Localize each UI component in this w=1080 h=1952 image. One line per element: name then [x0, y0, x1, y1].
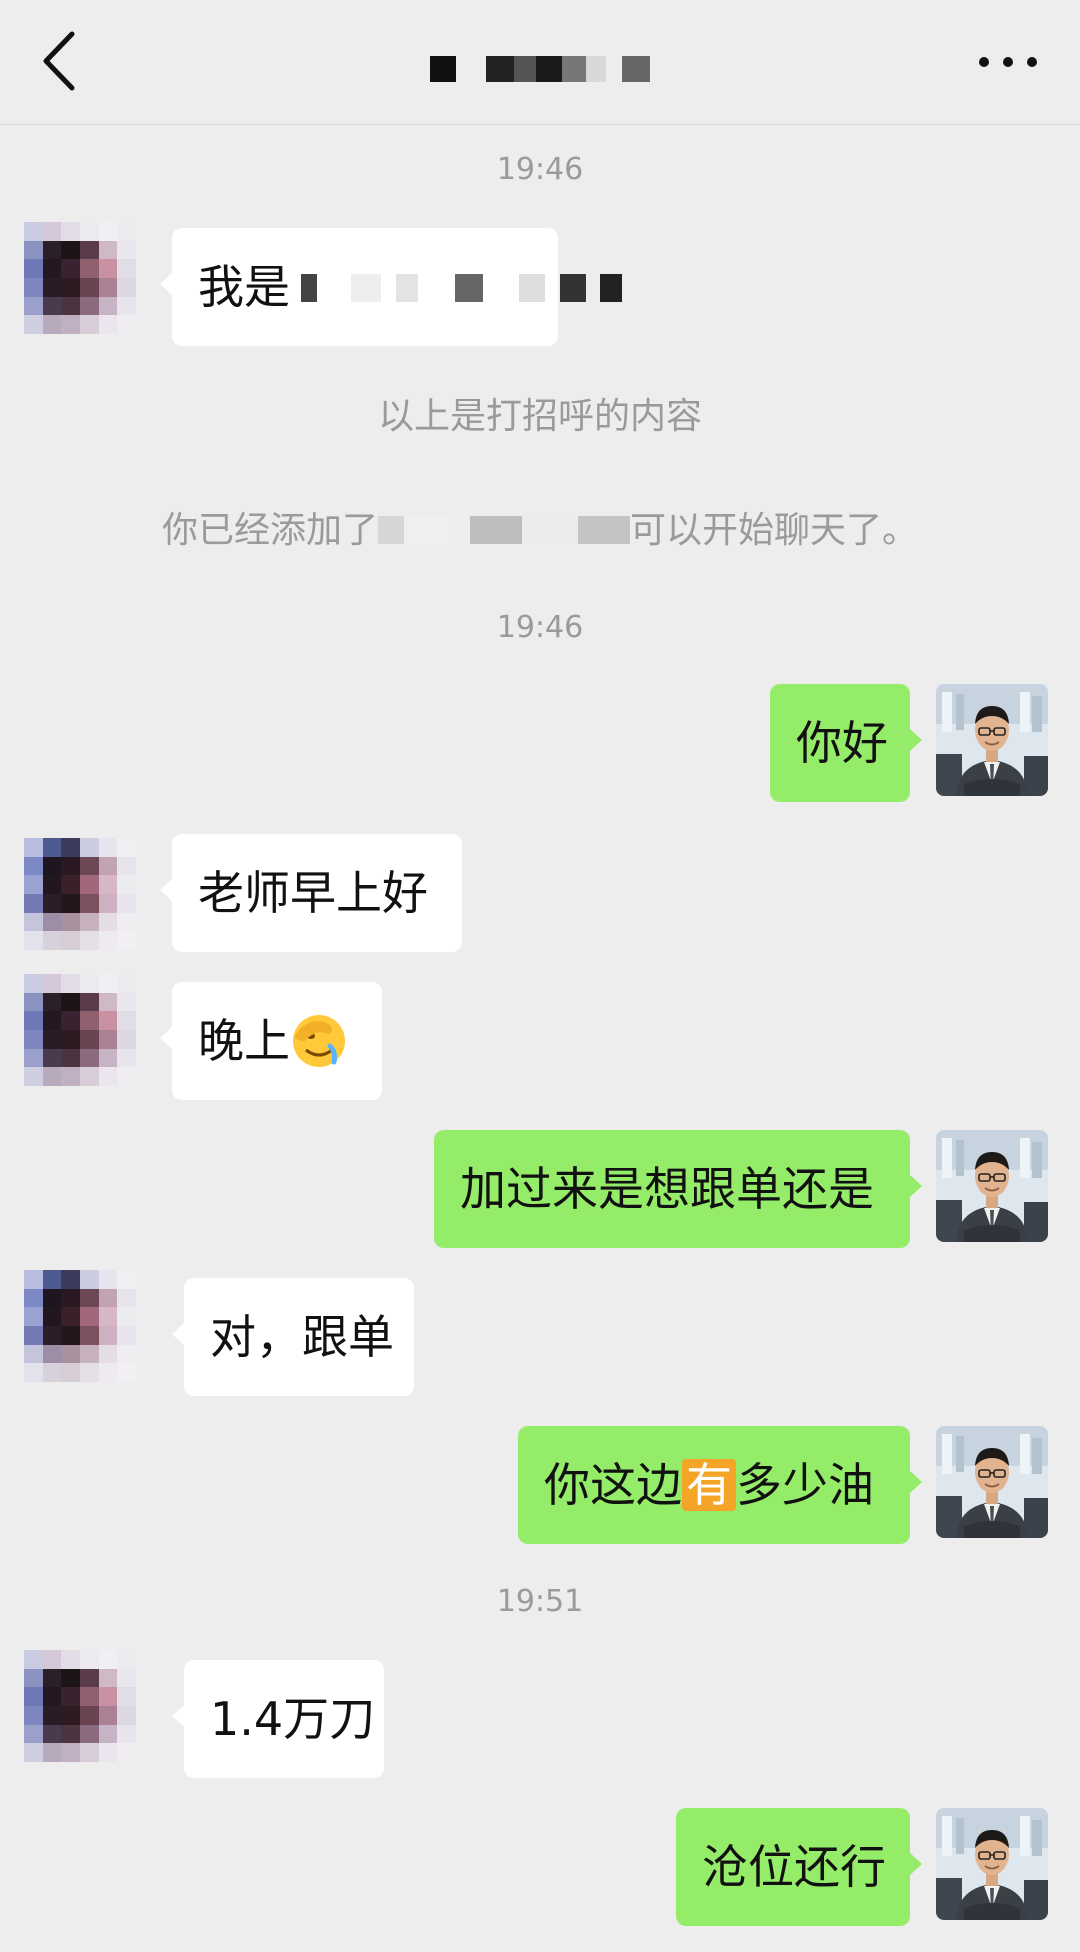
message-bubble-incoming[interactable]: 晚上	[160, 982, 382, 1100]
facepalm-emoji-icon	[293, 1014, 345, 1067]
more-button[interactable]	[976, 42, 1040, 82]
chat-screen: 19:46 我是 以上是打招呼的内容 你已经添加了可以开始聊天了。 19:46	[0, 0, 1080, 1952]
avatar-pixelated	[24, 1270, 136, 1382]
chevron-left-icon	[43, 31, 75, 91]
avatar-photo-icon	[936, 1426, 1048, 1538]
contact-avatar[interactable]	[24, 1270, 136, 1382]
message-text: 我是	[198, 260, 290, 314]
contact-avatar[interactable]	[24, 222, 136, 334]
avatar-photo-icon	[936, 1130, 1048, 1242]
timestamp: 19:51	[496, 1584, 584, 1619]
self-avatar[interactable]	[936, 684, 1048, 796]
message-bubble-outgoing[interactable]: 你好	[770, 684, 922, 802]
highlighted-keyword[interactable]: 有	[682, 1459, 736, 1511]
self-avatar[interactable]	[936, 1130, 1048, 1242]
back-button[interactable]	[40, 26, 100, 96]
system-notice: 以上是打招呼的内容	[377, 396, 702, 437]
chat-title-redacted	[430, 56, 652, 82]
avatar-pixelated	[24, 1650, 136, 1762]
avatar-pixelated	[24, 838, 136, 950]
timestamp: 19:46	[496, 610, 584, 645]
contact-avatar[interactable]	[24, 838, 136, 950]
message-text: 你好	[796, 716, 888, 770]
more-dots-icon	[979, 57, 1037, 67]
message-text: 晚上	[198, 1014, 290, 1068]
avatar-pixelated	[24, 974, 136, 1086]
message-text-part: 你这边	[544, 1458, 682, 1512]
message-text: 沧位还行	[702, 1840, 886, 1894]
contact-avatar[interactable]	[24, 974, 136, 1086]
avatar-pixelated	[24, 222, 136, 334]
message-text: 1.4万刀	[210, 1692, 376, 1746]
system-notice-added: 你已经添加了 可以开始聊天了。	[161, 510, 919, 551]
contact-avatar[interactable]	[24, 1650, 136, 1762]
avatar-photo-icon	[936, 1808, 1048, 1920]
self-avatar[interactable]	[936, 1426, 1048, 1538]
message-bubble-outgoing[interactable]: 加过来是想跟单还是	[434, 1130, 922, 1248]
message-bubble-outgoing[interactable]: 沧位还行	[676, 1808, 922, 1926]
chat-header	[0, 0, 1080, 125]
timestamp: 19:46	[496, 152, 584, 187]
message-bubble-incoming[interactable]: 我是	[160, 228, 623, 346]
message-bubble-incoming[interactable]: 老师早上好	[160, 834, 462, 952]
self-avatar[interactable]	[936, 1808, 1048, 1920]
message-bubble-incoming[interactable]: 1.4万刀	[172, 1660, 384, 1778]
message-bubble-incoming[interactable]: 对，跟单	[172, 1278, 414, 1396]
message-text-part: 多少油	[736, 1458, 874, 1512]
message-bubble-outgoing[interactable]: 你这边有多少油	[518, 1426, 922, 1544]
message-text: 加过来是想跟单还是	[460, 1162, 874, 1216]
message-text: 对，跟单	[210, 1310, 394, 1364]
message-text: 老师早上好	[198, 866, 428, 920]
avatar-photo-icon	[936, 684, 1048, 796]
